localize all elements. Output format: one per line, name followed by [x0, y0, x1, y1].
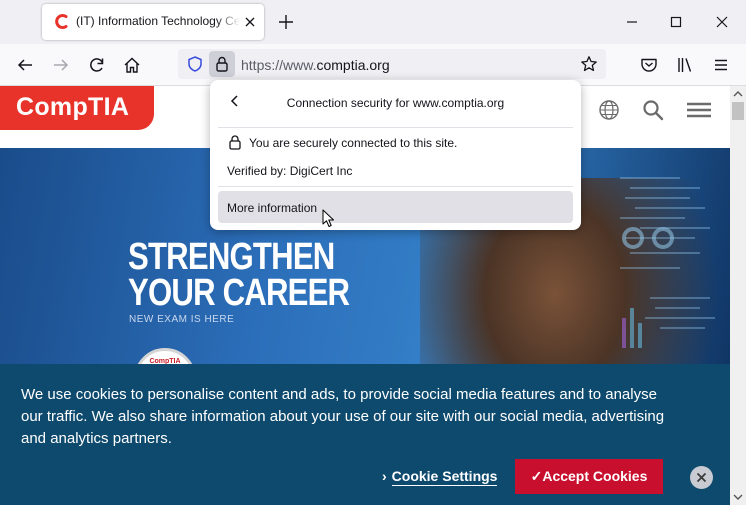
new-tab-plus-icon[interactable] [276, 12, 296, 32]
scroll-thumb[interactable] [732, 102, 744, 120]
cookie-settings-label: Cookie Settings [391, 468, 498, 486]
panel-divider [218, 186, 573, 187]
url-prefix: https://www. [241, 57, 317, 73]
search-icon[interactable] [641, 98, 665, 122]
reload-icon[interactable] [87, 55, 107, 75]
more-information-button[interactable]: More information [218, 191, 573, 223]
page-scrollbar[interactable] [730, 86, 746, 505]
mouse-pointer-icon [322, 209, 334, 227]
accept-cookies-button[interactable]: ✓Accept Cookies [515, 459, 663, 494]
address-bar[interactable]: https://www.comptia.org [178, 49, 606, 79]
minimize-window-icon[interactable] [620, 10, 644, 34]
chevron-right-icon: › [382, 468, 387, 484]
scroll-up-arrow-icon[interactable] [730, 86, 746, 102]
library-icon[interactable] [675, 55, 695, 75]
cookie-settings-link[interactable]: › Cookie Settings [382, 468, 498, 490]
close-icon [696, 472, 707, 483]
tab-strip: (IT) Information Technology Certificatio… [0, 0, 746, 44]
site-menu-icon[interactable] [686, 98, 712, 122]
pocket-icon[interactable] [639, 55, 659, 75]
cookie-banner: We use cookies to personalise content an… [0, 364, 730, 505]
shield-icon[interactable] [186, 55, 204, 73]
back-arrow-icon[interactable] [15, 55, 35, 75]
maximize-window-icon[interactable] [664, 10, 688, 34]
scroll-down-arrow-icon[interactable] [730, 489, 746, 505]
hero-headline-line2: YOUR CAREER [128, 272, 350, 314]
verified-by-text: Verified by: DigiCert Inc [227, 164, 353, 178]
more-information-label: More information [227, 201, 318, 215]
panel-title: Connection security for www.comptia.org [286, 96, 505, 110]
cookie-text: We use cookies to personalise content an… [21, 386, 665, 447]
tab-title: (IT) Information Technology Certificatio… [76, 14, 240, 28]
forward-arrow-icon[interactable] [51, 55, 71, 75]
hero-subtext: NEW EXAM IS HERE [129, 314, 235, 325]
star-icon[interactable] [580, 55, 598, 73]
site-identity-button[interactable] [209, 51, 235, 77]
comptia-logo[interactable]: CompTIA [0, 86, 154, 130]
url-host: comptia.org [316, 57, 390, 73]
home-icon[interactable] [122, 55, 142, 75]
connection-security-panel: Connection security for www.comptia.org … [210, 80, 581, 230]
globe-icon[interactable] [597, 98, 621, 122]
tab-close-icon[interactable] [242, 14, 258, 30]
lock-icon [216, 56, 228, 72]
secure-connection-message: You are securely connected to this site. [249, 136, 458, 150]
cookie-close-button[interactable] [690, 466, 713, 489]
url-text[interactable]: https://www.comptia.org [241, 57, 390, 73]
lock-icon [229, 135, 241, 150]
logo-text: CompTIA [16, 93, 130, 121]
hamburger-menu-icon[interactable] [711, 55, 731, 75]
comptia-favicon-icon [55, 14, 68, 29]
panel-divider [218, 127, 573, 128]
browser-tab-active[interactable]: (IT) Information Technology Certificatio… [42, 4, 264, 40]
close-window-icon[interactable] [710, 10, 734, 34]
